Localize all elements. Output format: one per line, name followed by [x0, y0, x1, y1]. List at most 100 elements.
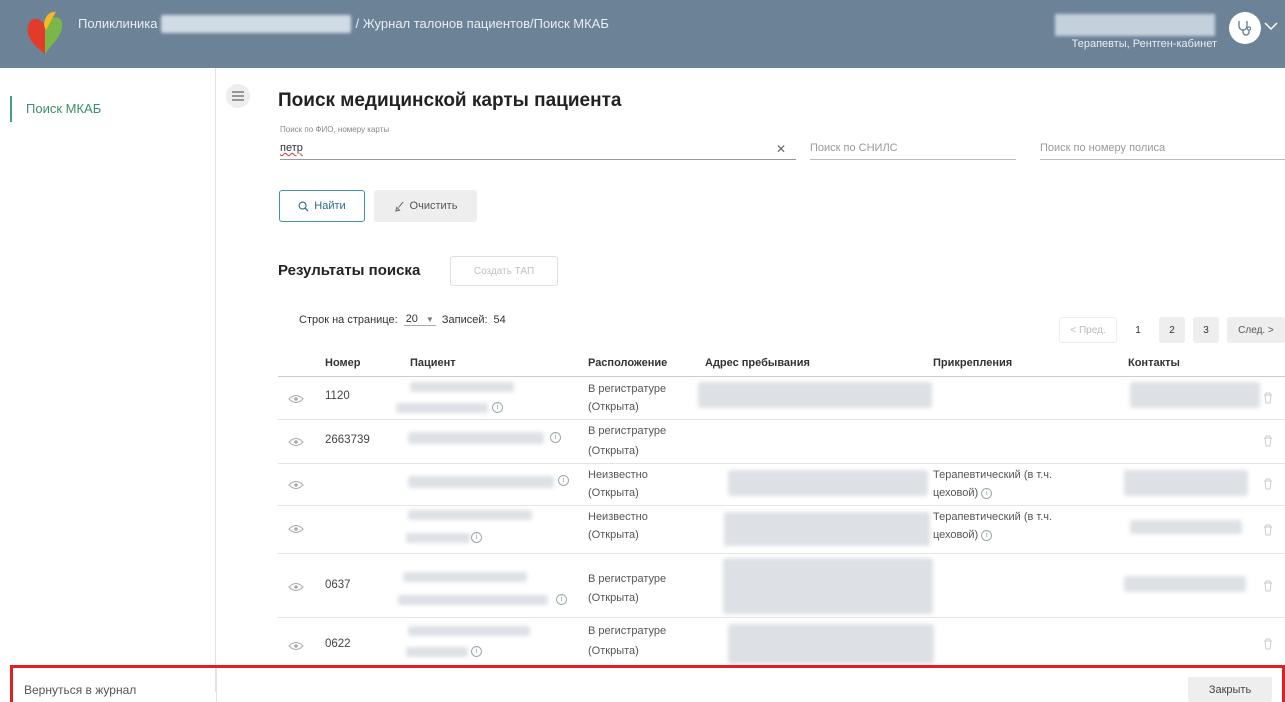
table-row[interactable]: 2663739 i В регистратуре (Открыта) — [278, 420, 1285, 464]
stethoscope-icon — [1238, 21, 1252, 36]
trash-icon[interactable] — [1263, 524, 1273, 536]
redacted-patient-name — [408, 476, 554, 488]
redacted-patient-name — [406, 647, 468, 657]
avatar[interactable] — [1229, 12, 1261, 44]
row-attachment: цеховой) i — [933, 526, 993, 544]
rows-per-page-label: Строк на странице: — [299, 313, 398, 326]
redacted-patient-name — [396, 403, 488, 413]
fio-search-value: петр — [280, 142, 303, 154]
search-icon — [298, 201, 309, 212]
table-row[interactable]: i Неизвестно (Открыта) Терапевтический (… — [278, 506, 1285, 554]
col-location[interactable]: Расположение — [588, 357, 667, 369]
eye-icon[interactable] — [288, 582, 304, 592]
user-role: Терапевты, Рентген-кабинет — [1071, 38, 1217, 50]
redacted-patient-name — [410, 382, 514, 392]
info-icon[interactable]: i — [471, 646, 482, 657]
col-patient[interactable]: Пациент — [410, 357, 456, 369]
snils-search-input[interactable]: Поиск по СНИЛС — [810, 138, 1016, 160]
row-attachment: цеховой) i — [933, 484, 993, 502]
menu-icon[interactable] — [226, 84, 250, 108]
page-button-3[interactable]: 3 — [1193, 317, 1219, 343]
table-row[interactable]: 0622 i В регистратуре (Открыта) — [278, 618, 1285, 668]
row-status: (Открыта) — [588, 529, 639, 541]
rows-per-page-value: 20 — [405, 313, 418, 325]
sidebar-item-search-mkab[interactable]: Поиск МКАБ — [10, 96, 101, 122]
redacted-patient-name — [408, 626, 530, 636]
info-icon[interactable]: i — [492, 402, 503, 413]
next-page-button[interactable]: След. > — [1227, 317, 1285, 343]
header-breadcrumb: Поликлиника / Журнал талонов пациентов/П… — [78, 0, 609, 48]
redacted-contacts — [1124, 576, 1246, 592]
info-icon[interactable]: i — [981, 487, 993, 499]
records-count: 54 — [493, 313, 506, 326]
row-attachment-suffix: цеховой) — [933, 487, 979, 499]
trash-icon[interactable] — [1263, 435, 1273, 447]
info-icon[interactable]: i — [550, 432, 561, 443]
clear-input-icon[interactable]: ✕ — [776, 142, 786, 156]
col-contacts[interactable]: Контакты — [1128, 357, 1180, 369]
breadcrumb-path: / Журнал талонов пациентов/Поиск МКАБ — [355, 16, 609, 31]
clear-button[interactable]: Очистить — [374, 190, 477, 222]
app-name[interactable]: Поликлиника — [78, 0, 157, 48]
eye-icon[interactable] — [288, 394, 304, 404]
sidebar: Поиск МКАБ — [0, 68, 216, 692]
row-status: (Открыта) — [588, 445, 639, 457]
footer-highlight-frame — [10, 665, 1285, 702]
broom-icon — [394, 201, 404, 212]
info-icon[interactable]: i — [981, 529, 993, 541]
row-status: (Открыта) — [588, 487, 639, 499]
info-icon[interactable]: i — [558, 475, 569, 486]
redacted-address — [728, 624, 934, 664]
page-button-1[interactable]: 1 — [1125, 317, 1151, 343]
row-attachment: Терапевтический (в т.ч. — [933, 469, 1053, 481]
eye-icon[interactable] — [288, 480, 304, 490]
clear-button-label: Очистить — [409, 200, 458, 212]
table-row[interactable]: 1120 i В регистратуре (Открыта) — [278, 378, 1285, 420]
table-row[interactable]: 0637 i В регистратуре (Открыта) — [278, 554, 1285, 618]
top-header: Поликлиника / Журнал талонов пациентов/П… — [0, 0, 1285, 68]
row-location: В регистратуре — [588, 625, 667, 637]
table-header: Номер Пациент Расположение Адрес пребыва… — [278, 350, 1285, 377]
row-status: (Открыта) — [588, 401, 639, 413]
page-title: Поиск медицинской карты пациента — [278, 90, 622, 111]
redacted-contacts — [1130, 520, 1242, 534]
row-attachment: Терапевтический (в т.ч. — [933, 511, 1053, 523]
info-icon[interactable]: i — [471, 532, 482, 543]
redacted-address — [698, 382, 932, 408]
back-to-journal-link[interactable]: Вернуться в журнал — [24, 683, 136, 697]
info-icon[interactable]: i — [556, 594, 567, 605]
fio-search-label: Поиск по ФИО, номеру карты — [280, 125, 390, 134]
trash-icon[interactable] — [1263, 392, 1273, 404]
page-button-2[interactable]: 2 — [1159, 317, 1185, 343]
redacted-patient-name — [403, 572, 527, 582]
row-status: (Открыта) — [588, 645, 639, 657]
find-button[interactable]: Найти — [279, 190, 365, 222]
table-row[interactable]: i Неизвестно (Открыта) Терапевтический (… — [278, 464, 1285, 506]
row-location: В регистратуре — [588, 383, 667, 395]
create-tap-button[interactable]: Создать ТАП — [450, 256, 558, 286]
row-status: (Открыта) — [588, 592, 639, 604]
redacted-patient-name — [408, 510, 532, 520]
eye-icon[interactable] — [288, 437, 304, 447]
rows-per-page-select[interactable]: 20 ▼ — [403, 313, 436, 326]
redacted-address — [724, 512, 930, 546]
redacted-patient-name — [398, 595, 548, 605]
col-address[interactable]: Адрес пребывания — [705, 357, 810, 369]
fio-search-input[interactable]: петр ✕ — [280, 138, 796, 160]
col-number[interactable]: Номер — [325, 357, 361, 369]
eye-icon[interactable] — [288, 524, 304, 534]
polis-search-input[interactable]: Поиск по номеру полиса — [1040, 138, 1285, 160]
trash-icon[interactable] — [1263, 580, 1273, 592]
redacted-user-name — [1055, 14, 1215, 36]
trash-icon[interactable] — [1263, 638, 1273, 650]
row-number: 1120 — [325, 390, 350, 402]
trash-icon[interactable] — [1263, 478, 1273, 490]
chevron-down-icon[interactable] — [1263, 18, 1279, 34]
logo-icon[interactable] — [22, 10, 68, 58]
col-attachments[interactable]: Прикрепления — [933, 357, 1012, 369]
redacted-patient-name — [406, 533, 470, 543]
close-button[interactable]: Закрыть — [1188, 677, 1272, 702]
eye-icon[interactable] — [288, 641, 304, 651]
prev-page-button[interactable]: < Пред. — [1059, 317, 1117, 343]
row-number: 2663739 — [325, 434, 370, 446]
